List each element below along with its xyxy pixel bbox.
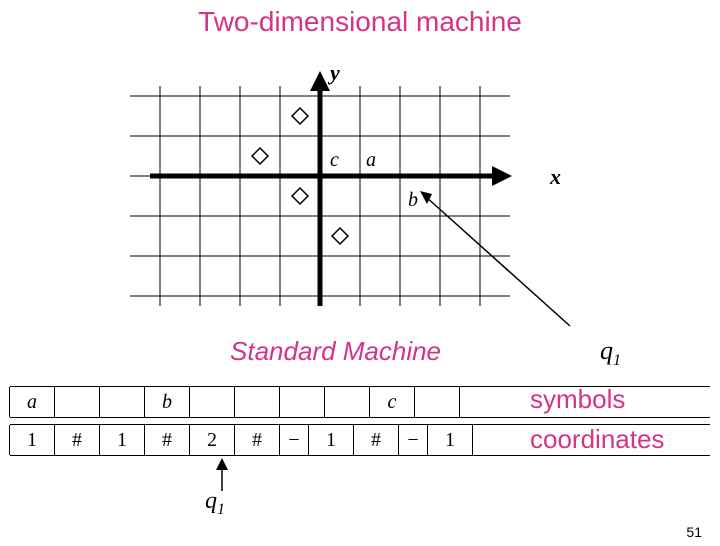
tape-cell: 1: [308, 425, 354, 455]
y-arrow-icon: [310, 71, 330, 91]
diamond-icon: [292, 108, 308, 124]
cell-label-c: c: [330, 149, 339, 171]
tape-cell: [234, 387, 280, 417]
symbols-label: symbols: [530, 384, 625, 415]
subtitle: Standard Machine: [230, 336, 441, 367]
tape-cell: 1: [99, 425, 145, 455]
x-axis-label: x: [549, 164, 561, 189]
tape-cell: [189, 387, 235, 417]
tape-cell: b: [144, 387, 190, 417]
tape-cell: [324, 387, 370, 417]
tape-cell: c: [369, 387, 415, 417]
tape-cell: a: [9, 387, 55, 417]
grid-diagram: y x a b c: [130, 66, 510, 326]
tape-cell: #: [353, 425, 399, 455]
page-number: 51: [686, 524, 702, 540]
pointer-arrow-icon: [420, 191, 432, 204]
head-state-top: q1: [600, 336, 621, 370]
tape-cell: 1: [9, 425, 55, 455]
tape-cell: #: [54, 425, 100, 455]
diamond-icon: [252, 148, 268, 164]
tape-cell: [414, 387, 460, 417]
head-state-bottom: q1: [205, 488, 225, 519]
y-axis-label: y: [327, 66, 340, 85]
tape-cell: 1: [427, 425, 473, 455]
page-title: Two-dimensional machine: [0, 6, 720, 38]
tape-cell: [54, 387, 100, 417]
diamond-icon: [292, 188, 308, 204]
cell-label-a: a: [366, 149, 376, 171]
tape-cell: #: [234, 425, 280, 455]
diamond-icon: [332, 228, 348, 244]
tape-cell: #: [144, 425, 190, 455]
coordinates-label: coordinates: [530, 424, 664, 455]
tape-cell: [99, 387, 145, 417]
x-arrow-icon: [492, 166, 512, 186]
tape-cell: −: [398, 425, 428, 455]
tape-cell: 2: [189, 425, 235, 455]
tape-cell: −: [279, 425, 309, 455]
cell-label-b: b: [408, 189, 418, 211]
tape-cell: [279, 387, 325, 417]
